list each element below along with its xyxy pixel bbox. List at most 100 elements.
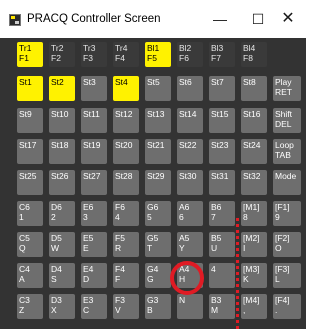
step-key[interactable]: St25 — [17, 170, 43, 195]
macro-key[interactable]: [F4]. — [273, 294, 301, 319]
step-key[interactable]: St8 — [241, 76, 267, 101]
note-key[interactable]: A4 H — [177, 263, 203, 288]
step-key[interactable]: St15 — [209, 108, 235, 133]
note-key[interactable]: C6 1 — [17, 201, 43, 226]
key-label-top: 4 — [211, 264, 216, 274]
macro-key[interactable]: [M1] 8 — [241, 201, 267, 226]
key-label-bottom: Q — [19, 242, 26, 253]
note-key[interactable]: F4 F — [113, 263, 139, 288]
step-key[interactable]: St26 — [49, 170, 75, 195]
step-key[interactable]: St20 — [113, 139, 139, 164]
note-key[interactable]: F6 4 — [113, 201, 139, 226]
step-key[interactable]: St17 — [17, 139, 43, 164]
note-key[interactable]: F3 V — [113, 294, 139, 319]
step-key[interactable]: St23 — [209, 139, 235, 164]
step-key[interactable]: St31 — [209, 170, 235, 195]
key-label-top: St31 — [211, 171, 229, 181]
key-label-top: St27 — [83, 171, 101, 181]
step-key[interactable]: St4 — [113, 76, 139, 101]
note-key[interactable]: D4 S — [49, 263, 75, 288]
close-button[interactable]: ✕ — [271, 7, 305, 31]
macro-key[interactable]: [F3] L — [273, 263, 301, 288]
step-key[interactable]: St28 — [113, 170, 139, 195]
step-key[interactable]: St9 — [17, 108, 43, 133]
step-key[interactable]: St6 — [177, 76, 203, 101]
step-key[interactable]: St14 — [177, 108, 203, 133]
app-icon — [9, 14, 21, 26]
minimize-button[interactable]: — — [203, 7, 237, 31]
track-key-3[interactable]: Tr4 F4 — [113, 42, 139, 67]
note-key[interactable]: D3 X — [49, 294, 75, 319]
step-key[interactable]: St21 — [145, 139, 171, 164]
track-key-1[interactable]: Tr2 F2 — [49, 42, 75, 67]
key-label-bottom: E — [83, 242, 89, 253]
step-key[interactable]: St13 — [145, 108, 171, 133]
step-key[interactable]: St16 — [241, 108, 267, 133]
step-key[interactable]: St29 — [145, 170, 171, 195]
note-key[interactable]: D5 W — [49, 232, 75, 257]
key-label-bottom: 7 — [211, 211, 216, 222]
step-key[interactable]: St12 — [113, 108, 139, 133]
note-key[interactable]: B6 7 — [209, 201, 235, 226]
note-key[interactable]: E4 D — [81, 263, 107, 288]
macro-key[interactable]: [F2] O — [273, 232, 301, 257]
step-key[interactable]: St11 — [81, 108, 107, 133]
macro-key[interactable]: [F1] 9 — [273, 201, 301, 226]
key-label-bottom: S — [51, 273, 57, 284]
maximize-button[interactable]: ☐ — [241, 7, 275, 31]
note-key[interactable]: G4 G — [145, 263, 171, 288]
step-key[interactable]: St30 — [177, 170, 203, 195]
note-key[interactable]: E5 E — [81, 232, 107, 257]
note-key[interactable]: A6 6 — [177, 201, 203, 226]
macro-key[interactable]: [M4], — [241, 294, 267, 319]
step-key[interactable]: St22 — [177, 139, 203, 164]
key-label-bottom: 9 — [275, 211, 280, 222]
function-key[interactable]: Shift DEL — [273, 108, 301, 133]
step-key[interactable]: St19 — [81, 139, 107, 164]
macro-key[interactable]: [M3] K — [241, 263, 267, 288]
macro-key[interactable]: [M2] I — [241, 232, 267, 257]
note-key[interactable]: G3 B — [145, 294, 171, 319]
track-key-5[interactable]: Bl2 F6 — [177, 42, 203, 67]
note-key[interactable]: B3 M — [209, 294, 235, 319]
key-label-top: St21 — [147, 140, 165, 150]
key-label-bottom: R — [115, 242, 122, 253]
note-key[interactable]: B5 U — [209, 232, 235, 257]
step-key[interactable]: St7 — [209, 76, 235, 101]
track-key-0[interactable]: Tr1 F1 — [17, 42, 43, 67]
key-label-bottom: V — [115, 304, 121, 315]
note-key[interactable]: 4 — [209, 263, 235, 288]
step-key[interactable]: St3 — [81, 76, 107, 101]
key-label-bottom: W — [51, 242, 60, 253]
function-key[interactable]: Play RET — [273, 76, 301, 101]
note-key[interactable]: F5 R — [113, 232, 139, 257]
step-key[interactable]: St32 — [241, 170, 267, 195]
track-key-2[interactable]: Tr3 F3 — [81, 42, 107, 67]
key-label-bottom: G — [147, 273, 154, 284]
note-key[interactable]: D6 2 — [49, 201, 75, 226]
step-key[interactable]: St27 — [81, 170, 107, 195]
track-key-4[interactable]: Bl1 F5 — [145, 42, 171, 67]
note-key[interactable]: C3 Z — [17, 294, 43, 319]
function-key[interactable]: Mode — [273, 170, 301, 195]
note-key[interactable]: G6 5 — [145, 201, 171, 226]
key-label-bottom: F4 — [115, 52, 125, 63]
note-key[interactable]: C4 A — [17, 263, 43, 288]
note-key[interactable]: N — [177, 294, 203, 319]
note-key[interactable]: E3 C — [81, 294, 107, 319]
note-key[interactable]: G5 T — [145, 232, 171, 257]
step-key[interactable]: St2 — [49, 76, 75, 101]
track-key-7[interactable]: Bl4 F8 — [241, 42, 267, 67]
note-key[interactable]: A5 Y — [177, 232, 203, 257]
step-key[interactable]: St5 — [145, 76, 171, 101]
function-key[interactable]: Loop TAB — [273, 139, 301, 164]
step-key[interactable]: St1 — [17, 76, 43, 101]
step-key[interactable]: St24 — [241, 139, 267, 164]
key-label-bottom: A — [19, 273, 25, 284]
step-key[interactable]: St18 — [49, 139, 75, 164]
track-key-6[interactable]: Bl3 F7 — [209, 42, 235, 67]
note-key[interactable]: C5 Q — [17, 232, 43, 257]
key-label-top: St3 — [83, 77, 96, 87]
step-key[interactable]: St10 — [49, 108, 75, 133]
note-key[interactable]: E6 3 — [81, 201, 107, 226]
